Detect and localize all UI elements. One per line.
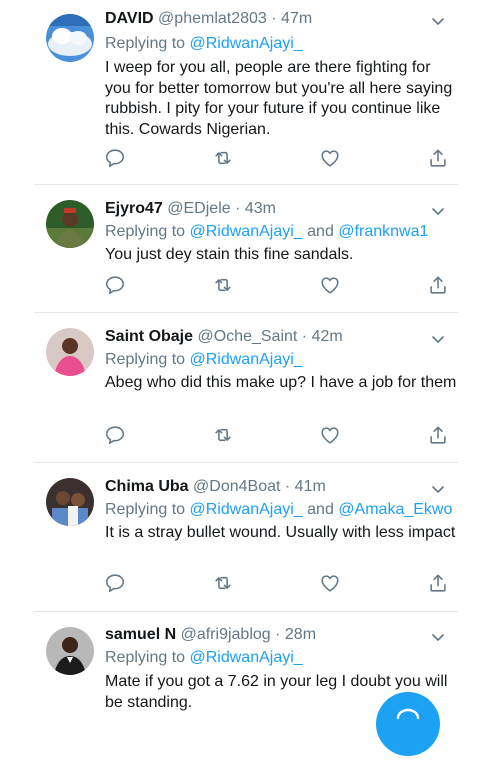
replying-prefix: Replying to (105, 223, 186, 240)
tweet-header: Chima Uba @Don4Boat · 41m (105, 476, 326, 498)
replying-prefix: Replying to (105, 649, 186, 666)
user-handle[interactable]: @Don4Boat (193, 478, 280, 495)
tweet-text: I weep for you all, people are there fig… (105, 59, 453, 138)
mention-link[interactable]: @RidwanAjayi_ (190, 501, 303, 518)
separator: · (284, 478, 291, 495)
tweet[interactable]: Chima Uba @Don4Boat · 41m Replying to @R… (0, 463, 502, 611)
reply-icon[interactable] (104, 572, 126, 594)
mention-link[interactable]: @RidwanAjayi_ (190, 649, 303, 666)
avatar[interactable] (46, 200, 94, 248)
separator: · (235, 200, 241, 217)
retweet-icon[interactable] (212, 572, 234, 594)
chevron-down-icon[interactable] (430, 481, 446, 497)
chevron-down-icon[interactable] (430, 629, 446, 645)
tweet-text: It is a stray bullet wound. Usually with… (105, 524, 456, 541)
chevron-down-icon[interactable] (430, 331, 446, 347)
mention-link[interactable]: @franknwa1 (338, 223, 428, 240)
tweet-header: Ejyro47 @EDjele · 43m (105, 198, 276, 220)
share-icon[interactable] (427, 424, 449, 446)
display-name[interactable]: Ejyro47 (105, 200, 163, 217)
timestamp[interactable]: 41m (295, 478, 326, 495)
mention-link[interactable]: @RidwanAjayi_ (190, 223, 303, 240)
compose-icon (396, 708, 420, 720)
timestamp[interactable]: 43m (245, 200, 276, 217)
display-name[interactable]: Chima Uba (105, 478, 189, 495)
retweet-icon[interactable] (212, 274, 234, 296)
mention-joiner: and (307, 501, 334, 518)
share-icon[interactable] (427, 147, 449, 169)
timestamp[interactable]: 47m (281, 10, 312, 27)
replying-prefix: Replying to (105, 501, 186, 518)
replying-prefix: Replying to (105, 351, 186, 368)
user-handle[interactable]: @Oche_Saint (197, 328, 297, 345)
tweet[interactable]: Saint Obaje @Oche_Saint · 42m Replying t… (0, 313, 502, 462)
share-icon[interactable] (427, 572, 449, 594)
separator: · (275, 626, 281, 643)
mention-link[interactable]: @RidwanAjayi_ (190, 351, 303, 368)
chevron-down-icon[interactable] (430, 13, 446, 29)
replying-to: Replying to @RidwanAjayi_ (105, 33, 303, 55)
mention-link[interactable]: @Amaka_Ekwo (338, 501, 452, 518)
tweet[interactable]: Ejyro47 @EDjele · 43m Replying to @Ridwa… (0, 185, 502, 312)
like-icon[interactable] (319, 424, 341, 446)
mention-link[interactable]: @RidwanAjayi_ (190, 35, 303, 52)
compose-button[interactable] (376, 692, 440, 756)
replying-to: Replying to @RidwanAjayi_ and @Amaka_Ekw… (105, 499, 452, 521)
tweet-header: Saint Obaje @Oche_Saint · 42m (105, 326, 343, 348)
reply-icon[interactable] (104, 147, 126, 169)
separator: · (271, 10, 277, 27)
replying-to: Replying to @RidwanAjayi_ (105, 349, 303, 371)
timestamp[interactable]: 28m (285, 626, 316, 643)
tweet-text: Abeg who did this make up? I have a job … (105, 374, 457, 391)
avatar[interactable] (46, 478, 94, 526)
avatar[interactable] (46, 627, 94, 675)
separator: · (301, 328, 308, 345)
like-icon[interactable] (319, 147, 341, 169)
reply-icon[interactable] (104, 424, 126, 446)
replying-to: Replying to @RidwanAjayi_ and @franknwa1 (105, 221, 428, 243)
display-name[interactable]: Saint Obaje (105, 328, 193, 345)
share-icon[interactable] (427, 274, 449, 296)
tweet-text: You just dey stain this fine sandals. (105, 246, 354, 263)
tweet[interactable]: DAVID @phemlat2803 · 47m Replying to @Ri… (0, 0, 502, 184)
tweet-header: DAVID @phemlat2803 · 47m (105, 8, 312, 30)
reply-icon[interactable] (104, 274, 126, 296)
user-handle[interactable]: @phemlat2803 (158, 10, 267, 27)
user-handle[interactable]: @EDjele (167, 200, 230, 217)
avatar[interactable] (46, 328, 94, 376)
mention-joiner: and (307, 223, 334, 240)
retweet-icon[interactable] (212, 147, 234, 169)
timestamp[interactable]: 42m (312, 328, 343, 345)
display-name[interactable]: DAVID (105, 10, 154, 27)
user-handle[interactable]: @afri9jablog (181, 626, 271, 643)
like-icon[interactable] (319, 274, 341, 296)
like-icon[interactable] (319, 572, 341, 594)
tweet-header: samuel N @afri9jablog · 28m (105, 624, 316, 646)
display-name[interactable]: samuel N (105, 626, 176, 643)
replying-prefix: Replying to (105, 35, 186, 52)
replying-to: Replying to @RidwanAjayi_ (105, 647, 303, 669)
retweet-icon[interactable] (212, 424, 234, 446)
avatar[interactable] (46, 14, 94, 62)
chevron-down-icon[interactable] (430, 203, 446, 219)
